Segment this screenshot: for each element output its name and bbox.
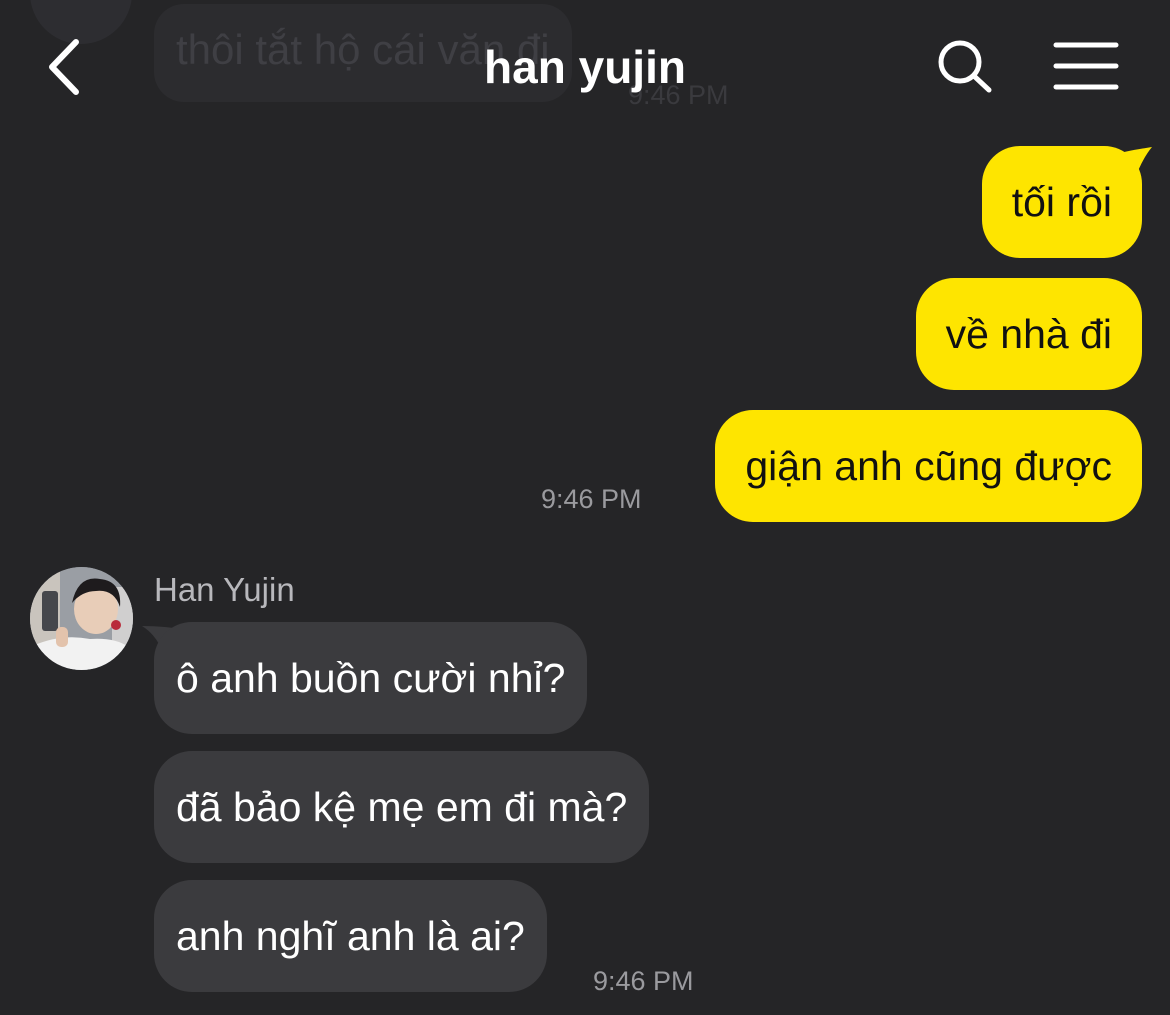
received-message-time: 9:46 PM (593, 966, 694, 996)
sent-message-bubble[interactable]: tối rồi (981, 146, 1142, 258)
sender-name: Han Yujin (154, 571, 295, 608)
hamburger-menu-icon (1053, 42, 1119, 90)
sent-message-time: 9:46 PM (541, 484, 642, 514)
sent-message-bubble[interactable]: giận anh cũng được (715, 410, 1142, 522)
sent-message-bubble[interactable]: về nhà đi (915, 278, 1142, 390)
received-message-bubble[interactable]: đã bảo kệ mẹ em đi mà? (154, 751, 650, 863)
received-message-bubble[interactable]: anh nghĩ anh là ai? (154, 880, 547, 992)
search-button[interactable] (934, 36, 996, 96)
menu-button[interactable] (1052, 40, 1120, 92)
search-icon (938, 40, 992, 93)
chat-header: han yujin (0, 0, 1170, 130)
profile-photo (30, 567, 133, 670)
received-message-bubble[interactable]: ô anh buồn cười nhỉ? (154, 622, 588, 734)
avatar[interactable] (30, 567, 133, 670)
